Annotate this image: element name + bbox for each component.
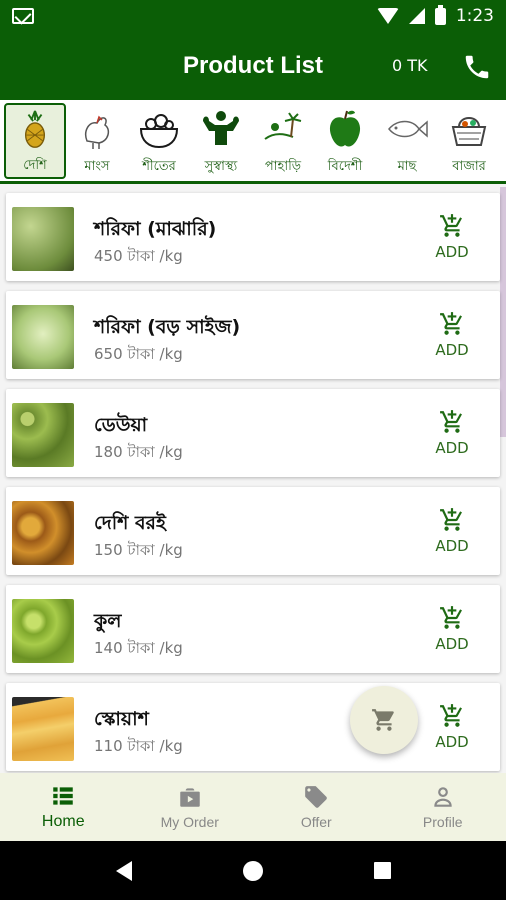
product-image — [12, 305, 74, 369]
add-cart-icon — [440, 508, 462, 531]
status-time: 1:23 — [455, 6, 494, 26]
cart-fab-button[interactable] — [350, 686, 418, 754]
island-icon — [264, 112, 302, 140]
product-image — [12, 207, 74, 271]
mail-icon — [12, 8, 34, 24]
phone-icon[interactable] — [462, 52, 492, 82]
product-image — [12, 697, 74, 761]
category-label: দেশি — [23, 158, 47, 173]
scrollbar[interactable] — [500, 187, 506, 437]
cart-icon — [372, 709, 394, 731]
add-cart-icon — [440, 606, 462, 629]
chicken-icon — [85, 115, 110, 149]
add-label: ADD — [435, 243, 469, 261]
pineapple-icon — [24, 110, 46, 148]
app-bar: Product List 0 TK — [0, 32, 506, 100]
product-price: 650 টাকা /kg — [94, 345, 183, 363]
category-item-winter[interactable]: শীতের — [128, 103, 190, 179]
add-cart-icon — [440, 312, 462, 335]
add-cart-icon — [440, 704, 462, 727]
product-price: 180 টাকা /kg — [94, 443, 183, 461]
nav-label: Home — [41, 813, 85, 830]
bag-icon — [180, 788, 200, 807]
category-label: বিদেশী — [327, 159, 363, 174]
status-bar: 1:23 — [0, 0, 506, 32]
add-to-cart-button[interactable]: ADD — [432, 605, 472, 653]
product-name: শরিফা (মাঝারি) — [94, 218, 217, 240]
category-item-meat[interactable]: মাংস — [66, 103, 128, 179]
category-label: বাজার — [452, 159, 486, 174]
recent-apps-icon[interactable] — [373, 862, 391, 879]
add-cart-icon — [440, 410, 462, 433]
add-to-cart-button[interactable]: ADD — [432, 507, 472, 555]
product-list[interactable]: শরিফা (মাঝারি) 450 টাকা /kg ADD শরিফা (ব… — [0, 187, 506, 773]
apple-icon — [329, 110, 361, 147]
nav-profile[interactable]: Profile — [380, 773, 506, 841]
product-card[interactable]: কুল 140 টাকা /kg ADD — [6, 585, 500, 673]
basket-icon — [451, 117, 487, 146]
nav-my-order[interactable]: My Order — [127, 773, 254, 841]
add-to-cart-button[interactable]: ADD — [432, 213, 472, 261]
vegetable-bowl-icon — [139, 114, 179, 149]
product-name: দেশি বরই — [94, 512, 166, 534]
product-price: 110 টাকা /kg — [94, 737, 183, 755]
product-image — [12, 501, 74, 565]
add-label: ADD — [435, 733, 469, 751]
category-label: মাছ — [397, 159, 417, 174]
product-card[interactable]: ডেউয়া 180 টাকা /kg ADD — [6, 389, 500, 477]
category-item-deshi[interactable]: দেশি — [4, 103, 66, 179]
add-to-cart-button[interactable]: ADD — [432, 311, 472, 359]
category-label: মাংস — [84, 159, 110, 174]
product-name: শরিফা (বড় সাইজ) — [94, 316, 241, 338]
product-card[interactable]: শরিফা (বড় সাইজ) 650 টাকা /kg ADD — [6, 291, 500, 379]
battery-icon — [434, 4, 446, 25]
system-nav-bar — [0, 841, 506, 900]
tag-icon — [305, 786, 328, 808]
category-item-hill[interactable]: পাহাড়ি — [252, 103, 314, 179]
product-price: 140 টাকা /kg — [94, 639, 183, 657]
list-icon — [53, 787, 73, 805]
product-image — [12, 403, 74, 467]
add-label: ADD — [435, 537, 469, 555]
category-item-health[interactable]: সুস্বাস্থ্য — [190, 103, 252, 179]
product-image — [12, 599, 74, 663]
add-to-cart-button[interactable]: ADD — [432, 703, 472, 751]
category-label: শীতের — [142, 159, 176, 174]
cart-total: 0 TK — [392, 56, 428, 75]
muscle-man-icon — [203, 111, 239, 145]
page-title: Product List — [182, 52, 323, 79]
person-icon — [434, 787, 452, 807]
add-label: ADD — [435, 341, 469, 359]
product-card[interactable]: শরিফা (মাঝারি) 450 টাকা /kg ADD — [6, 193, 500, 281]
category-bar: দেশি মাংস শীতের সুস্বাস্থ্য পাহাড়ি বিদে… — [0, 100, 506, 184]
category-label: পাহাড়ি — [264, 159, 302, 174]
product-name: কুল — [94, 610, 122, 632]
add-to-cart-button[interactable]: ADD — [432, 409, 472, 457]
category-item-fish[interactable]: মাছ — [376, 103, 438, 179]
product-price: 450 টাকা /kg — [94, 247, 183, 265]
nav-offer[interactable]: Offer — [253, 773, 380, 841]
nav-label: My Order — [160, 814, 219, 830]
add-label: ADD — [435, 439, 469, 457]
add-cart-icon — [440, 214, 462, 237]
bottom-nav: Home My Order Offer Profile — [0, 773, 506, 841]
nav-label: Offer — [300, 814, 332, 830]
category-label: সুস্বাস্থ্য — [204, 159, 238, 174]
product-name: ডেউয়া — [94, 414, 148, 436]
nav-label: Profile — [422, 814, 463, 830]
category-item-foreign[interactable]: বিদেশী — [314, 103, 376, 179]
add-label: ADD — [435, 635, 469, 653]
home-circle-icon[interactable] — [242, 860, 263, 881]
product-price: 150 টাকা /kg — [94, 541, 183, 559]
nav-home[interactable]: Home — [0, 773, 127, 841]
signal-icon — [408, 8, 425, 24]
back-icon[interactable] — [115, 860, 132, 881]
wifi-icon — [376, 8, 399, 24]
category-item-bazar[interactable]: বাজার — [438, 103, 500, 179]
fish-icon — [388, 120, 428, 138]
product-card[interactable]: দেশি বরই 150 টাকা /kg ADD — [6, 487, 500, 575]
product-name: স্কোয়াশ — [94, 708, 149, 730]
product-card[interactable]: স্কোয়াশ 110 টাকা /kg ADD — [6, 683, 500, 771]
